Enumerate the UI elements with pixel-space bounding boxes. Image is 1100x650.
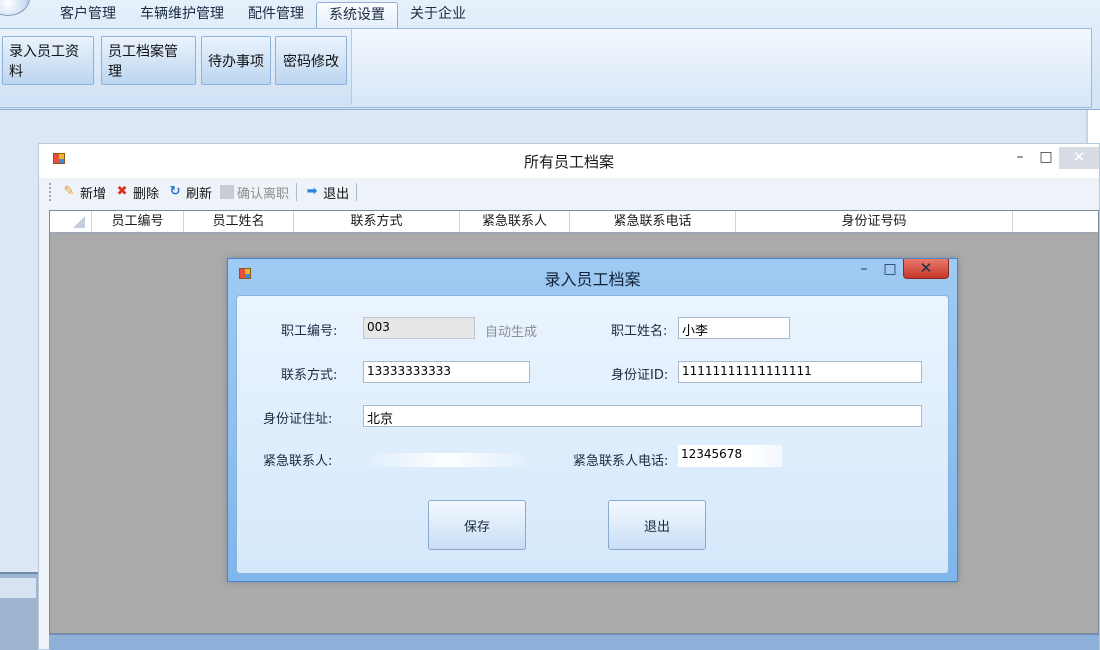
emergency-phone-field[interactable]: 12345678 <box>678 445 782 467</box>
exit-label: 退出 <box>323 186 350 202</box>
employee-archive-button[interactable]: 员工档案管理 <box>101 36 196 85</box>
enter-employee-info-button[interactable]: 录入员工资料 <box>2 36 94 85</box>
id-label: 身份证ID: <box>611 368 669 383</box>
dialog-exit-button[interactable]: 退出 <box>608 500 706 550</box>
dialog-title: 录入员工档案 <box>544 270 641 289</box>
contact-field[interactable]: 13333333333 <box>363 361 530 383</box>
tab-parts-management[interactable]: 配件管理 <box>236 2 316 26</box>
dialog-window-controls: – □ ✕ <box>851 259 949 281</box>
column-header-emp-name[interactable]: 员工姓名 <box>184 211 294 232</box>
menu-tabs: 客户管理 车辆维护管理 配件管理 系统设置 关于企业 <box>48 2 478 29</box>
tab-vehicle-maintenance[interactable]: 车辆维护管理 <box>128 2 236 26</box>
tab-customer-management[interactable]: 客户管理 <box>48 2 128 26</box>
dialog-form: 职工编号: 003 自动生成 职工姓名: 小李 联系方式: 1333333333… <box>236 295 949 574</box>
archive-toolbar: ✎ 新增 ✖ 删除 ↻ 刷新 确认离职 ➡ 退出 <box>43 178 1097 206</box>
todo-items-button[interactable]: 待办事项 <box>201 36 271 85</box>
emp-no-label: 职工编号: <box>281 324 338 339</box>
ribbon-panel: 录入员工资料 员工档案管理 待办事项 密码修改 <box>0 28 1092 108</box>
confirm-resign-button[interactable]: 确认离职 <box>216 180 293 204</box>
window-controls: – □ ✕ <box>1007 147 1099 169</box>
delete-label: 删除 <box>133 186 160 202</box>
resign-icon <box>220 185 235 199</box>
window-title: 所有员工档案 <box>523 153 614 171</box>
new-doc-icon: ✎ <box>63 184 75 199</box>
add-label: 新增 <box>80 186 107 202</box>
delete-icon: ✖ <box>116 184 128 199</box>
tab-about-company[interactable]: 关于企业 <box>398 2 478 26</box>
address-label: 身份证住址: <box>263 412 333 427</box>
dialog-maximize-icon[interactable]: □ <box>877 259 903 281</box>
dialog-titlebar[interactable]: 录入员工档案 – □ ✕ <box>228 259 957 293</box>
horizontal-scrollbar[interactable] <box>49 634 1099 650</box>
emp-name-label: 职工姓名: <box>611 324 668 339</box>
column-header-emergency-phone[interactable]: 紧急联系电话 <box>570 211 736 232</box>
confirm-resign-label: 确认离职 <box>237 186 290 202</box>
background-window-header <box>0 578 36 598</box>
toolbar-separator <box>296 183 298 201</box>
exit-button[interactable]: ➡ 退出 <box>300 180 353 204</box>
column-header-emp-no[interactable]: 员工编号 <box>92 211 184 232</box>
emergency-contact-label: 紧急联系人: <box>263 454 333 469</box>
contact-label: 联系方式: <box>281 368 338 383</box>
refresh-button[interactable]: ↻ 刷新 <box>163 180 216 204</box>
window-titlebar[interactable]: 所有员工档案 – □ ✕ <box>39 144 1099 178</box>
auto-generate-hint: 自动生成 <box>485 325 538 340</box>
close-icon[interactable]: ✕ <box>1059 147 1099 169</box>
column-header-id-number[interactable]: 身份证号码 <box>736 211 1013 232</box>
change-password-button[interactable]: 密码修改 <box>275 36 347 85</box>
dialog-close-icon[interactable]: ✕ <box>903 259 949 279</box>
dialog-minimize-icon[interactable]: – <box>851 259 877 281</box>
enter-employee-dialog: 录入员工档案 – □ ✕ 职工编号: 003 自动生成 职工姓名: 小李 联系方… <box>227 258 958 582</box>
refresh-icon: ↻ <box>169 184 181 199</box>
id-field[interactable]: 11111111111111111 <box>678 361 922 383</box>
emergency-phone-label: 紧急联系人电话: <box>573 454 669 469</box>
toolbar-grip[interactable] <box>49 183 53 201</box>
ribbon-group-staff: 录入员工资料 员工档案管理 待办事项 密码修改 <box>0 29 352 105</box>
grid-corner-cell[interactable] <box>50 211 92 232</box>
refresh-label: 刷新 <box>186 186 213 202</box>
column-header-contact[interactable]: 联系方式 <box>294 211 460 232</box>
exit-arrow-icon: ➡ <box>306 184 318 199</box>
address-field[interactable]: 北京 <box>363 405 922 427</box>
minimize-icon[interactable]: – <box>1007 147 1033 169</box>
tab-system-settings[interactable]: 系统设置 <box>316 2 398 29</box>
background-window-stub <box>0 572 40 650</box>
delete-button[interactable]: ✖ 删除 <box>110 180 163 204</box>
app-orb-button[interactable] <box>0 0 30 16</box>
maximize-icon[interactable]: □ <box>1033 147 1059 169</box>
emp-name-field[interactable]: 小李 <box>678 317 790 339</box>
ribbon: 客户管理 车辆维护管理 配件管理 系统设置 关于企业 录入员工资料 员工档案管理… <box>0 0 1100 110</box>
save-button[interactable]: 保存 <box>428 500 526 550</box>
emp-no-field[interactable]: 003 <box>363 317 475 339</box>
add-button[interactable]: ✎ 新增 <box>57 180 110 204</box>
column-header-emergency-contact[interactable]: 紧急联系人 <box>460 211 570 232</box>
toolbar-separator <box>356 183 358 201</box>
grid-header: 员工编号 员工姓名 联系方式 紧急联系人 紧急联系电话 身份证号码 <box>50 211 1098 233</box>
emergency-contact-field[interactable] <box>363 453 533 467</box>
